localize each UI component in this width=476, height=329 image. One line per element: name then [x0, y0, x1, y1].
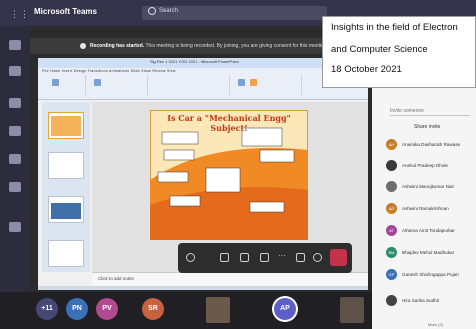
- app-title: Microsoft Teams: [34, 7, 97, 16]
- participant-row[interactable]: Ashwini Manojkumar Nair: [386, 180, 474, 194]
- participant-name: Ashwini Manojkumar Nair: [402, 184, 455, 189]
- slide-thumbnail: [48, 152, 84, 179]
- avatar: [386, 160, 397, 171]
- calls-icon[interactable]: [9, 154, 21, 164]
- hangup-button[interactable]: [330, 249, 347, 266]
- participant-name: Ganesh Shivlingappa Pujari: [402, 272, 459, 277]
- slide-thumbnail: [48, 112, 84, 139]
- overflow-participants-avatar[interactable]: +11: [36, 298, 58, 320]
- teams-window: ⋮⋮ Microsoft Teams Search Recording has …: [0, 0, 476, 329]
- more-participants-link[interactable]: More (2): [428, 322, 443, 327]
- avatar: [386, 295, 397, 306]
- participant-name: Atharva Amit Tondapurkar: [402, 228, 455, 233]
- slide-thumbnail: [48, 196, 84, 223]
- slide-text-box: [169, 195, 201, 207]
- participant-name: Anshul Pradeep Dhole: [402, 163, 448, 168]
- arrange-icon: [250, 79, 257, 86]
- slide-text-box: [163, 149, 195, 161]
- more-options-icon[interactable]: ···: [278, 252, 287, 262]
- slide-text-box: [259, 149, 295, 163]
- participant-name: Bhajdev Mehul Madhukar: [402, 250, 455, 255]
- avatar: AR: [386, 203, 397, 214]
- participant-row[interactable]: AH Anamika Dasharath Rawase: [386, 138, 474, 152]
- participant-video[interactable]: [206, 297, 230, 323]
- recording-banner-message: This meeting is being recorded. By joini…: [145, 43, 327, 49]
- recording-banner-bold: Recording has started.: [90, 43, 145, 49]
- search-placeholder: Search: [159, 8, 179, 14]
- participant-video[interactable]: [340, 297, 364, 323]
- shapes-icon: [238, 79, 245, 86]
- files-icon[interactable]: [9, 182, 21, 192]
- avatar: AT: [386, 225, 397, 236]
- powerpoint-title: Sig Rec 1 2021 YOG 2021 - Microsoft Powe…: [150, 59, 239, 64]
- participant-row[interactable]: GP Ganesh Shivlingappa Pujari: [386, 268, 474, 282]
- participant-row[interactable]: AT Atharva Amit Tondapurkar: [386, 224, 474, 238]
- search-icon: [148, 7, 156, 15]
- caption-line-3: 18 October 2021: [331, 64, 402, 75]
- new-slide-icon: [94, 79, 101, 86]
- calendar-icon[interactable]: [9, 126, 21, 136]
- ribbon-group-font: [150, 75, 230, 95]
- recording-banner-text: Recording has started. This meeting is b…: [90, 43, 327, 49]
- share-invite-button[interactable]: Share invite: [414, 124, 440, 130]
- camera-icon[interactable]: [220, 253, 229, 262]
- recording-icon: [80, 43, 86, 49]
- slide-text-box: [157, 171, 189, 183]
- slide-title: Is Car a "Mechanical Engg" Subject!: [167, 113, 291, 133]
- paste-icon: [52, 79, 59, 86]
- caption-line-2: and Computer Science: [331, 44, 428, 55]
- more-apps-icon[interactable]: [9, 222, 21, 232]
- ribbon-tabs: File Home Insert Design Transitions Anim…: [42, 69, 176, 73]
- participant-avatar[interactable]: AP: [274, 298, 296, 320]
- avatar: BM: [386, 247, 397, 258]
- slide-thumbnail: [48, 240, 84, 267]
- participant-avatar[interactable]: SR: [142, 298, 164, 320]
- mic-icon[interactable]: [240, 253, 249, 262]
- share-icon[interactable]: [260, 253, 269, 262]
- notes-placeholder: Click to add notes: [98, 276, 134, 281]
- avatar: [386, 181, 397, 192]
- caption-line-1: Insights in the field of Electron: [331, 22, 458, 33]
- chat-icon[interactable]: [296, 253, 305, 262]
- participant-row[interactable]: BM Bhajdev Mehul Madhukar: [386, 246, 474, 260]
- slide-text-box: [205, 167, 241, 193]
- participant-row[interactable]: Hira Sarika Sudhir: [386, 294, 474, 308]
- participant-name: Ashwini Ramakrishnan: [402, 206, 449, 211]
- participant-name: Hira Sarika Sudhir: [402, 298, 440, 303]
- participant-avatar[interactable]: PV: [96, 298, 118, 320]
- participant-name: Anamika Dasharath Rawase: [402, 142, 461, 147]
- avatar: GP: [386, 269, 397, 280]
- teams-icon[interactable]: [9, 98, 21, 108]
- participant-row[interactable]: AR Ashwini Ramakrishnan: [386, 202, 474, 216]
- people-icon[interactable]: [313, 253, 322, 262]
- app-launcher-icon[interactable]: ⋮⋮: [10, 9, 30, 20]
- slide-text-box: [161, 131, 199, 145]
- slide-text-box: [249, 201, 285, 213]
- activity-icon[interactable]: [9, 40, 21, 50]
- participant-row[interactable]: Anshul Pradeep Dhole: [386, 159, 474, 173]
- powerpoint-status-bar: [38, 286, 368, 290]
- timer-icon: [186, 253, 195, 262]
- chat-icon[interactable]: [9, 66, 21, 76]
- participant-avatar[interactable]: PN: [66, 298, 88, 320]
- avatar: AH: [386, 139, 397, 150]
- invite-search-input[interactable]: Invite someone: [390, 105, 470, 116]
